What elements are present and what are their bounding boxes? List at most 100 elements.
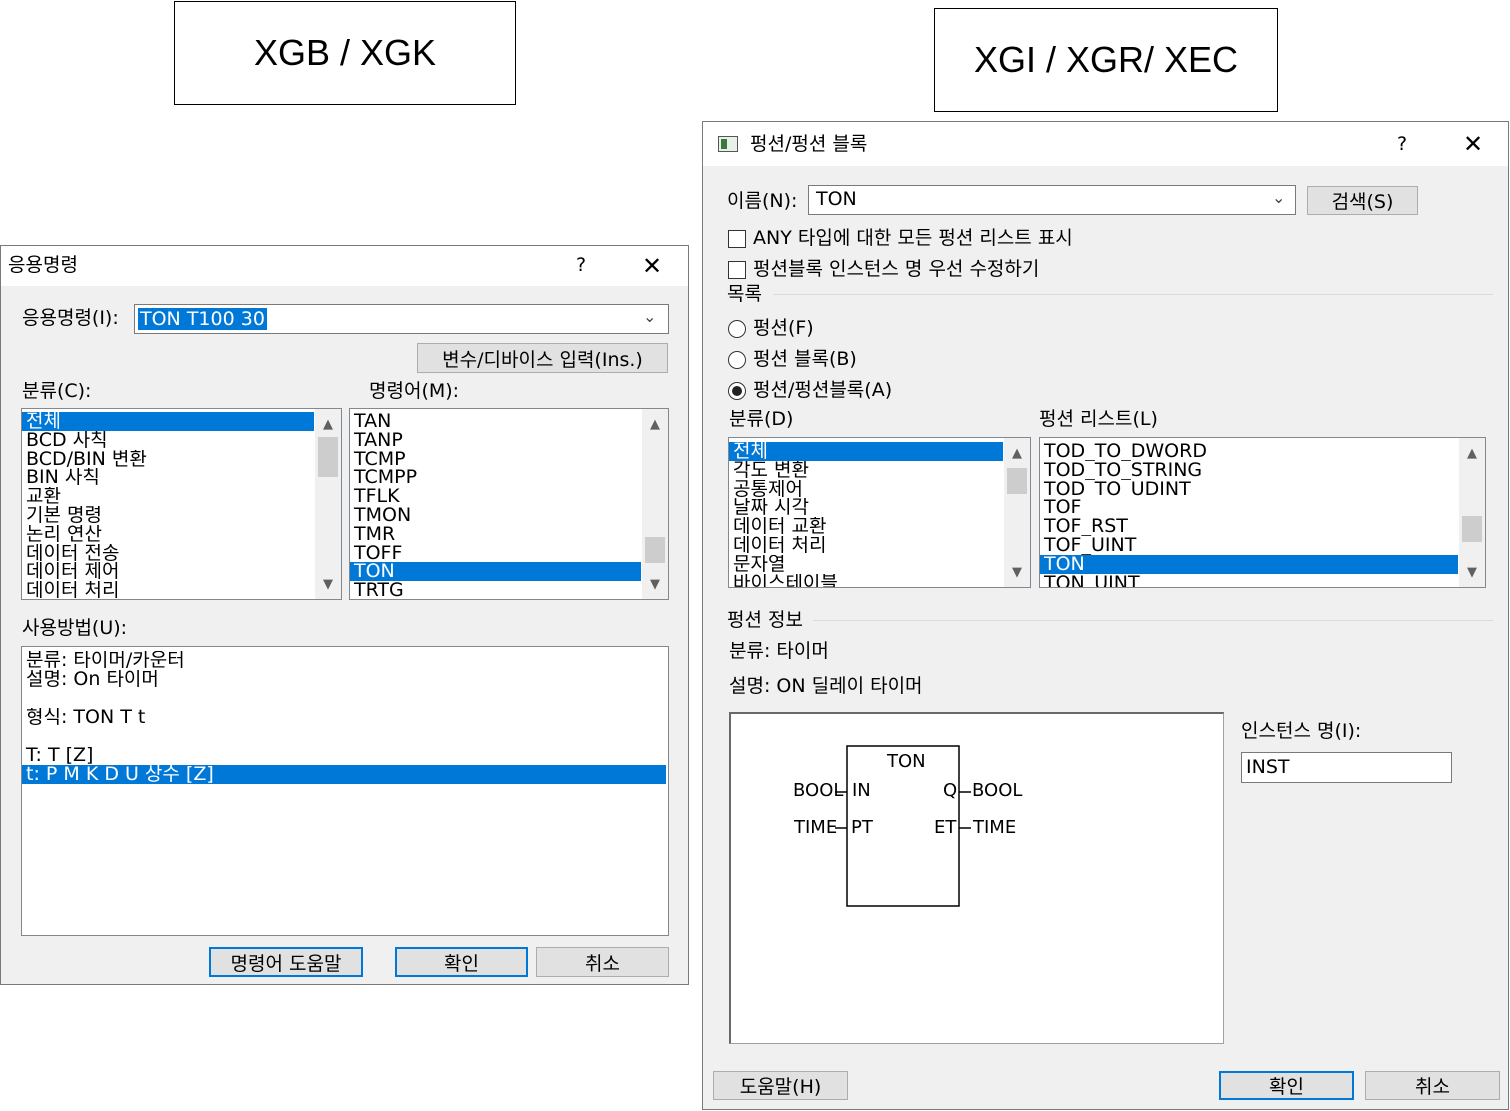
chevron-down-icon[interactable]: ⌄ — [643, 307, 656, 326]
list-group-label: 목록 — [727, 283, 762, 305]
category-item[interactable]: 데이터 처리 — [22, 581, 314, 599]
usage-line: 설명: On 타이머 — [26, 670, 159, 689]
right-dialog: 펑션/펑션 블록 ? ✕ 이름(N): TON ⌄ 검색(S) ANY 타입에 … — [702, 121, 1509, 1110]
chevron-down-icon[interactable]: ⌄ — [1272, 188, 1285, 207]
category-listbox[interactable]: 전체 각도 변환 공통제어 날짜 시각 데이터 교환 데이터 처리 문자열 바이스테이블 ▲ … — [728, 437, 1031, 588]
function-item[interactable]: TON — [1040, 554, 1458, 574]
instance-label: 인스턴스 명(I): — [1241, 720, 1362, 742]
help-button[interactable]: 도움말(H) — [713, 1071, 848, 1100]
category-scrollbar[interactable]: ▲ ▼ — [315, 409, 341, 599]
function-item[interactable]: TOD_TO_STRING — [1040, 461, 1458, 480]
instruction-item[interactable]: TFLK — [350, 487, 641, 506]
name-value: TON — [816, 188, 857, 210]
out2-pin: ET — [934, 817, 957, 838]
cancel-button[interactable]: 취소 — [1365, 1071, 1500, 1100]
help-icon[interactable]: ? — [576, 256, 586, 275]
function-item[interactable]: TOD_TO_DWORD — [1040, 442, 1458, 461]
instruction-item[interactable]: TMR — [350, 525, 641, 544]
radio-function[interactable] — [728, 320, 746, 338]
in1-type: BOOL — [793, 780, 844, 801]
function-item[interactable]: TOF_UINT — [1040, 536, 1458, 555]
caption-xgi-xgr-xec: XGI / XGR/ XEC — [934, 8, 1278, 112]
left-title-bar: 응용명령 ? ✕ — [1, 246, 688, 286]
scroll-up-icon[interactable]: ▲ — [1459, 440, 1485, 466]
right-title-bar: 펑션/펑션 블록 ? ✕ — [703, 122, 1508, 166]
device-input-button[interactable]: 변수/디바이스 입력(Ins.) — [417, 343, 668, 373]
category-item[interactable]: 교환 — [22, 487, 314, 506]
category-scrollbar[interactable]: ▲ ▼ — [1004, 438, 1030, 587]
caption-xgb-xgk: XGB / XGK — [174, 1, 516, 105]
radio-both[interactable] — [728, 382, 746, 400]
scroll-down-icon[interactable]: ▼ — [1459, 559, 1485, 585]
cancel-button[interactable]: 취소 — [536, 947, 669, 977]
list-group-divider — [773, 294, 1493, 295]
category-item[interactable]: 각도 변환 — [729, 461, 1003, 480]
search-button[interactable]: 검색(S) — [1307, 186, 1418, 215]
caption-right-text: XGI / XGR/ XEC — [973, 39, 1239, 80]
help-icon[interactable]: ? — [1397, 135, 1407, 154]
instance-first-checkbox[interactable] — [728, 261, 746, 279]
command-combobox[interactable]: TON T100 30 ⌄ — [134, 304, 669, 334]
instruction-item[interactable]: TMON — [350, 506, 641, 525]
instance-value: INST — [1246, 756, 1290, 778]
ok-button[interactable]: 확인 — [1219, 1071, 1354, 1100]
window-icon — [718, 136, 738, 152]
close-icon[interactable]: ✕ — [642, 254, 662, 278]
instruction-scrollbar[interactable]: ▲ ▼ — [642, 409, 668, 599]
scroll-down-icon[interactable]: ▼ — [642, 571, 668, 597]
instruction-item[interactable]: TOFF — [350, 544, 641, 563]
name-combobox[interactable]: TON ⌄ — [808, 185, 1296, 215]
category-item[interactable]: 바이스테이블 — [729, 574, 1003, 587]
close-icon[interactable]: ✕ — [1463, 132, 1483, 156]
scroll-thumb[interactable] — [645, 537, 665, 563]
instruction-item[interactable]: TAN — [350, 412, 641, 431]
function-scrollbar[interactable]: ▲ ▼ — [1459, 438, 1485, 587]
category-item[interactable]: 전체 — [22, 412, 314, 431]
category-item[interactable]: 전체 — [729, 442, 1003, 461]
category-item[interactable]: 데이터 처리 — [729, 536, 1003, 555]
scroll-thumb[interactable] — [1007, 468, 1027, 494]
category-item[interactable]: BCD/BIN 변환 — [22, 450, 314, 469]
instruction-help-button[interactable]: 명령어 도움말 — [209, 947, 363, 977]
category-item[interactable]: 공통제어 — [729, 480, 1003, 499]
scroll-up-icon[interactable]: ▲ — [1004, 440, 1030, 466]
radio-function-block[interactable] — [728, 351, 746, 369]
function-item[interactable]: TON_UINT — [1040, 574, 1458, 587]
instruction-listbox[interactable]: TAN TANP TCMP TCMPP TFLK TMON TMR TOFF TON TRTG ▲… — [349, 408, 669, 600]
category-item[interactable]: 데이터 제어 — [22, 562, 314, 581]
category-item[interactable]: 논리 연산 — [22, 525, 314, 544]
category-item[interactable]: 데이터 교환 — [729, 517, 1003, 536]
scroll-thumb[interactable] — [318, 437, 338, 477]
category-item[interactable]: 날짜 시각 — [729, 498, 1003, 517]
usage-label: 사용방법(U): — [22, 617, 128, 639]
category-item[interactable]: 데이터 전송 — [22, 544, 314, 563]
instruction-item[interactable]: TCMPP — [350, 468, 641, 487]
scroll-down-icon[interactable]: ▼ — [315, 571, 341, 597]
out1-type: BOOL — [972, 780, 1023, 801]
usage-textbox[interactable]: 분류: 타이머/카운터 설명: On 타이머 형식: TON T t T: T [Z]… — [21, 646, 669, 936]
scroll-up-icon[interactable]: ▲ — [642, 411, 668, 437]
category-item[interactable]: 문자열 — [729, 555, 1003, 574]
radio-function-label: 펑션(F) — [753, 317, 814, 339]
instruction-item[interactable]: TON — [350, 562, 641, 582]
usage-line: T: T [Z] — [26, 746, 94, 765]
instruction-item[interactable]: TRTG — [350, 581, 641, 599]
category-listbox[interactable]: 전체 BCD 사칙 BCD/BIN 변환 BIN 사칙 교환 기본 명령 논리 연산 데이터 … — [21, 408, 342, 600]
instruction-item[interactable]: TANP — [350, 431, 641, 450]
category-label: 분류(C): — [22, 380, 92, 402]
scroll-up-icon[interactable]: ▲ — [315, 411, 341, 437]
function-item[interactable]: TOD_TO_UDINT — [1040, 480, 1458, 499]
scroll-down-icon[interactable]: ▼ — [1004, 559, 1030, 585]
function-item[interactable]: TOF — [1040, 498, 1458, 517]
in2-type: TIME — [794, 817, 838, 838]
function-item[interactable]: TOF_RST — [1040, 517, 1458, 536]
category-item[interactable]: BIN 사칙 — [22, 468, 314, 487]
scroll-thumb[interactable] — [1462, 516, 1482, 542]
function-listbox[interactable]: TOD_TO_DWORD TOD_TO_STRING TOD_TO_UDINT TOF… — [1039, 437, 1486, 588]
category-item[interactable]: 기본 명령 — [22, 506, 314, 525]
category-item[interactable]: BCD 사칙 — [22, 431, 314, 450]
ok-button[interactable]: 확인 — [395, 947, 528, 977]
instance-input[interactable]: INST — [1241, 752, 1452, 783]
any-type-checkbox[interactable] — [728, 230, 746, 248]
instruction-item[interactable]: TCMP — [350, 450, 641, 469]
